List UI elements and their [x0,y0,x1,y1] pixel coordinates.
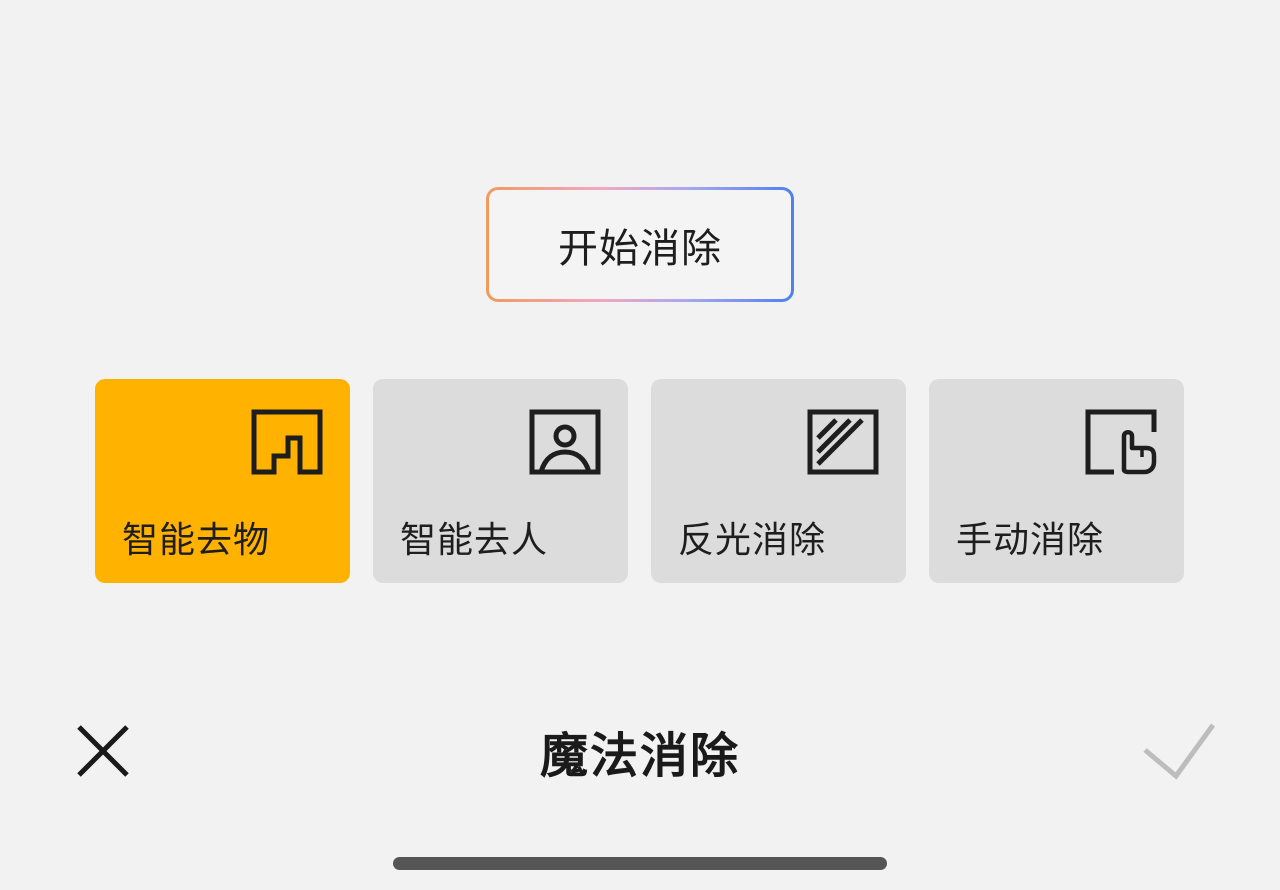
page-title: 魔法消除 [539,728,740,784]
mode-label: 手动消除 [956,520,1105,561]
mode-label: 智能去物 [122,520,271,561]
close-icon[interactable] [74,722,132,780]
reflection-remove-icon [807,409,879,475]
start-erase-label: 开始消除 [489,190,791,299]
mode-card-reflection-remove[interactable]: 反光消除 [651,379,906,583]
mode-label: 智能去人 [400,520,549,561]
start-erase-button[interactable]: 开始消除 [486,187,794,302]
erase-mode-list: 智能去物 智能去人 反光消除 手动消除 [95,379,1184,583]
home-indicator[interactable] [393,857,887,870]
mode-card-person-remove[interactable]: 智能去人 [373,379,628,583]
person-remove-icon [529,409,601,475]
object-remove-icon [251,409,323,475]
manual-erase-icon [1085,409,1157,475]
mode-card-object-remove[interactable]: 智能去物 [95,379,350,583]
check-icon[interactable] [1140,720,1218,782]
mode-label: 反光消除 [678,520,827,561]
mode-card-manual-erase[interactable]: 手动消除 [929,379,1184,583]
